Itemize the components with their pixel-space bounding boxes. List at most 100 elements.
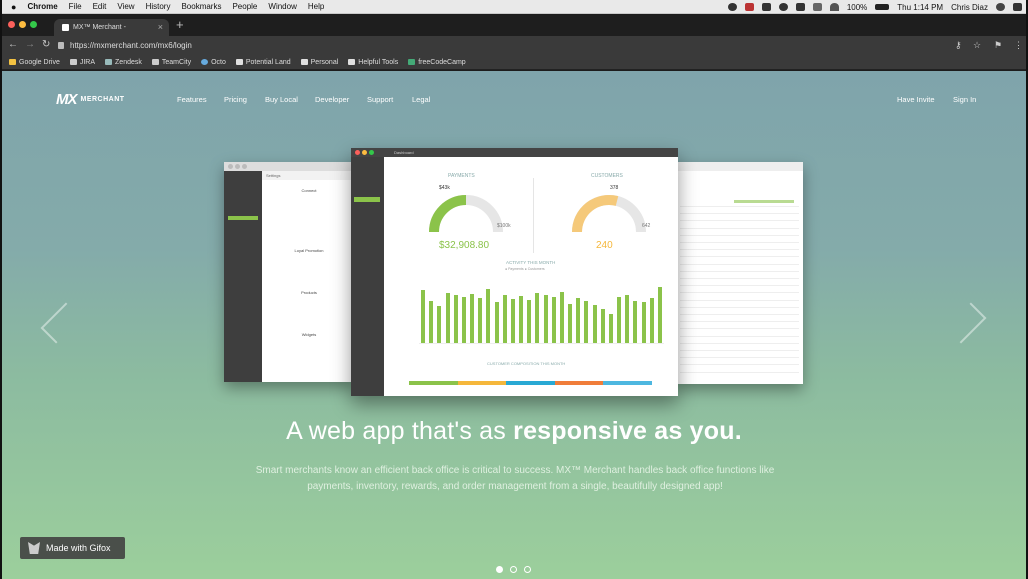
activity-bar	[641, 302, 646, 343]
headline-bold: responsive as you.	[513, 417, 742, 445]
lock-icon	[58, 42, 64, 49]
bookmark-label: JIRA	[79, 58, 96, 66]
apple-menu-icon[interactable]: ●	[11, 2, 16, 12]
bookmark-jira[interactable]: JIRA	[69, 58, 96, 66]
menu-people[interactable]: People	[232, 2, 257, 11]
tab-favicon	[62, 24, 69, 31]
url-text: https://mxmerchant.com/mx6/login	[70, 41, 192, 50]
nav-pricing[interactable]: Pricing	[224, 95, 247, 104]
nav-sign-in[interactable]: Sign In	[953, 95, 976, 104]
bookmark-helpful-tools[interactable]: Helpful Tools	[348, 59, 398, 66]
activity-bar	[592, 304, 597, 343]
activity-bar	[535, 292, 540, 343]
activity-bar	[543, 295, 548, 343]
status-icon[interactable]	[812, 3, 822, 11]
menu-bookmarks[interactable]: Bookmarks	[181, 2, 221, 11]
carousel-dot-3[interactable]	[524, 566, 531, 573]
activity-bar	[568, 303, 572, 343]
table-row	[680, 335, 799, 337]
bookmark-freecodecamp[interactable]: freeCodeCamp	[408, 59, 466, 66]
menu-history[interactable]: History	[146, 2, 171, 11]
close-dot	[355, 150, 360, 155]
address-bar[interactable]: https://mxmerchant.com/mx6/login	[58, 38, 958, 53]
customer-composition-bar	[409, 381, 652, 385]
table-row	[680, 328, 799, 330]
menu-icon[interactable]: ⋮	[1014, 40, 1023, 51]
nav-support[interactable]: Support	[367, 95, 393, 104]
nav-have-invite[interactable]: Have Invite	[897, 95, 935, 104]
status-icon[interactable]	[744, 3, 754, 11]
bookmark-star-icon[interactable]: ☆	[973, 40, 981, 51]
menubar-clock[interactable]: Thu 1:14 PM	[897, 3, 943, 12]
bookmark-personal[interactable]: Personal	[300, 59, 338, 66]
window-titlebar	[224, 162, 354, 171]
minimize-window-button[interactable]	[19, 21, 26, 28]
nav-legal[interactable]: Legal	[412, 95, 430, 104]
new-tab-button[interactable]: +	[176, 17, 184, 32]
notification-center-icon[interactable]	[1013, 3, 1022, 11]
nav-features[interactable]: Features	[177, 95, 207, 104]
customers-total: 240	[596, 240, 613, 251]
window-titlebar	[676, 162, 803, 171]
dashboard-sidebar	[351, 157, 384, 396]
extension-icon[interactable]: ⚑	[994, 40, 1002, 51]
status-icon[interactable]	[727, 3, 737, 11]
composition-segment	[506, 381, 555, 385]
status-icon[interactable]	[778, 3, 788, 11]
menu-edit[interactable]: Edit	[93, 2, 107, 11]
settings-header: Settings	[262, 171, 354, 180]
bookmark-potential-land[interactable]: Potential Land	[235, 59, 291, 66]
orders-screen-preview	[676, 162, 803, 384]
activity-bar	[445, 292, 450, 343]
hero-subtext: Smart merchants know an efficient back o…	[255, 465, 775, 492]
carousel-dot-2[interactable]	[510, 566, 517, 573]
drive-icon	[9, 59, 16, 65]
maximize-window-button[interactable]	[30, 21, 37, 28]
made-with-gifox-badge[interactable]: Made with Gifox	[20, 537, 125, 559]
table-row	[680, 364, 799, 366]
table-row	[680, 256, 799, 258]
browser-tab[interactable]: MX™ Merchant - ×	[54, 19, 169, 36]
status-icon[interactable]	[761, 3, 771, 11]
table-row	[680, 285, 799, 287]
menu-file[interactable]: File	[69, 2, 82, 11]
key-icon[interactable]: ⚷	[955, 40, 962, 51]
bookmark-teamcity[interactable]: TeamCity	[151, 59, 191, 66]
menubar-status-area: 100% Thu 1:14 PM Chris Diaz	[727, 0, 1022, 14]
wifi-icon[interactable]	[829, 3, 839, 11]
app-menu-chrome[interactable]: Chrome	[27, 2, 57, 11]
menubar-user[interactable]: Chris Diaz	[951, 3, 988, 12]
menu-view[interactable]: View	[117, 2, 134, 11]
bookmark-octo[interactable]: Octo	[201, 59, 226, 66]
card-widgets: Widgets	[301, 332, 317, 337]
carousel-prev-arrow[interactable]	[40, 302, 82, 344]
nav-buy-local[interactable]: Buy Local	[265, 95, 298, 104]
close-tab-icon[interactable]: ×	[158, 22, 163, 32]
nav-developer[interactable]: Developer	[315, 95, 349, 104]
reload-icon[interactable]: ↻	[42, 39, 50, 50]
search-icon[interactable]	[996, 3, 1005, 11]
menu-help[interactable]: Help	[308, 2, 324, 11]
back-icon[interactable]: ←	[8, 39, 18, 50]
card-products: Products	[301, 290, 317, 295]
mx-merchant-logo[interactable]: MX MERCHANT	[56, 91, 125, 108]
bookmark-google-drive[interactable]: Google Drive	[9, 59, 60, 66]
battery-icon[interactable]	[875, 4, 890, 10]
browser-toolbar: ← → ↻ https://mxmerchant.com/mx6/login ⚷…	[0, 36, 1028, 55]
sidebar-green-button	[354, 197, 380, 202]
carousel-dot-1[interactable]	[496, 566, 503, 573]
close-window-button[interactable]	[8, 21, 15, 28]
bookmark-zendesk[interactable]: Zendesk	[105, 59, 142, 66]
table-row	[680, 314, 799, 315]
carousel-next-arrow[interactable]	[945, 302, 987, 344]
composition-segment	[409, 381, 458, 385]
activity-bar	[617, 296, 621, 343]
menu-window[interactable]: Window	[268, 2, 296, 11]
dashboard-screen-preview: Dashboard PAYMENTS CUSTOMERS $43k $100k …	[351, 148, 678, 396]
forward-icon[interactable]: →	[25, 39, 35, 50]
logo-text: MERCHANT	[80, 96, 125, 103]
activity-bar	[649, 298, 654, 343]
status-icon[interactable]	[795, 3, 805, 11]
activity-bar	[437, 305, 442, 343]
activity-legend: ● Payments ● Customers	[505, 267, 545, 271]
